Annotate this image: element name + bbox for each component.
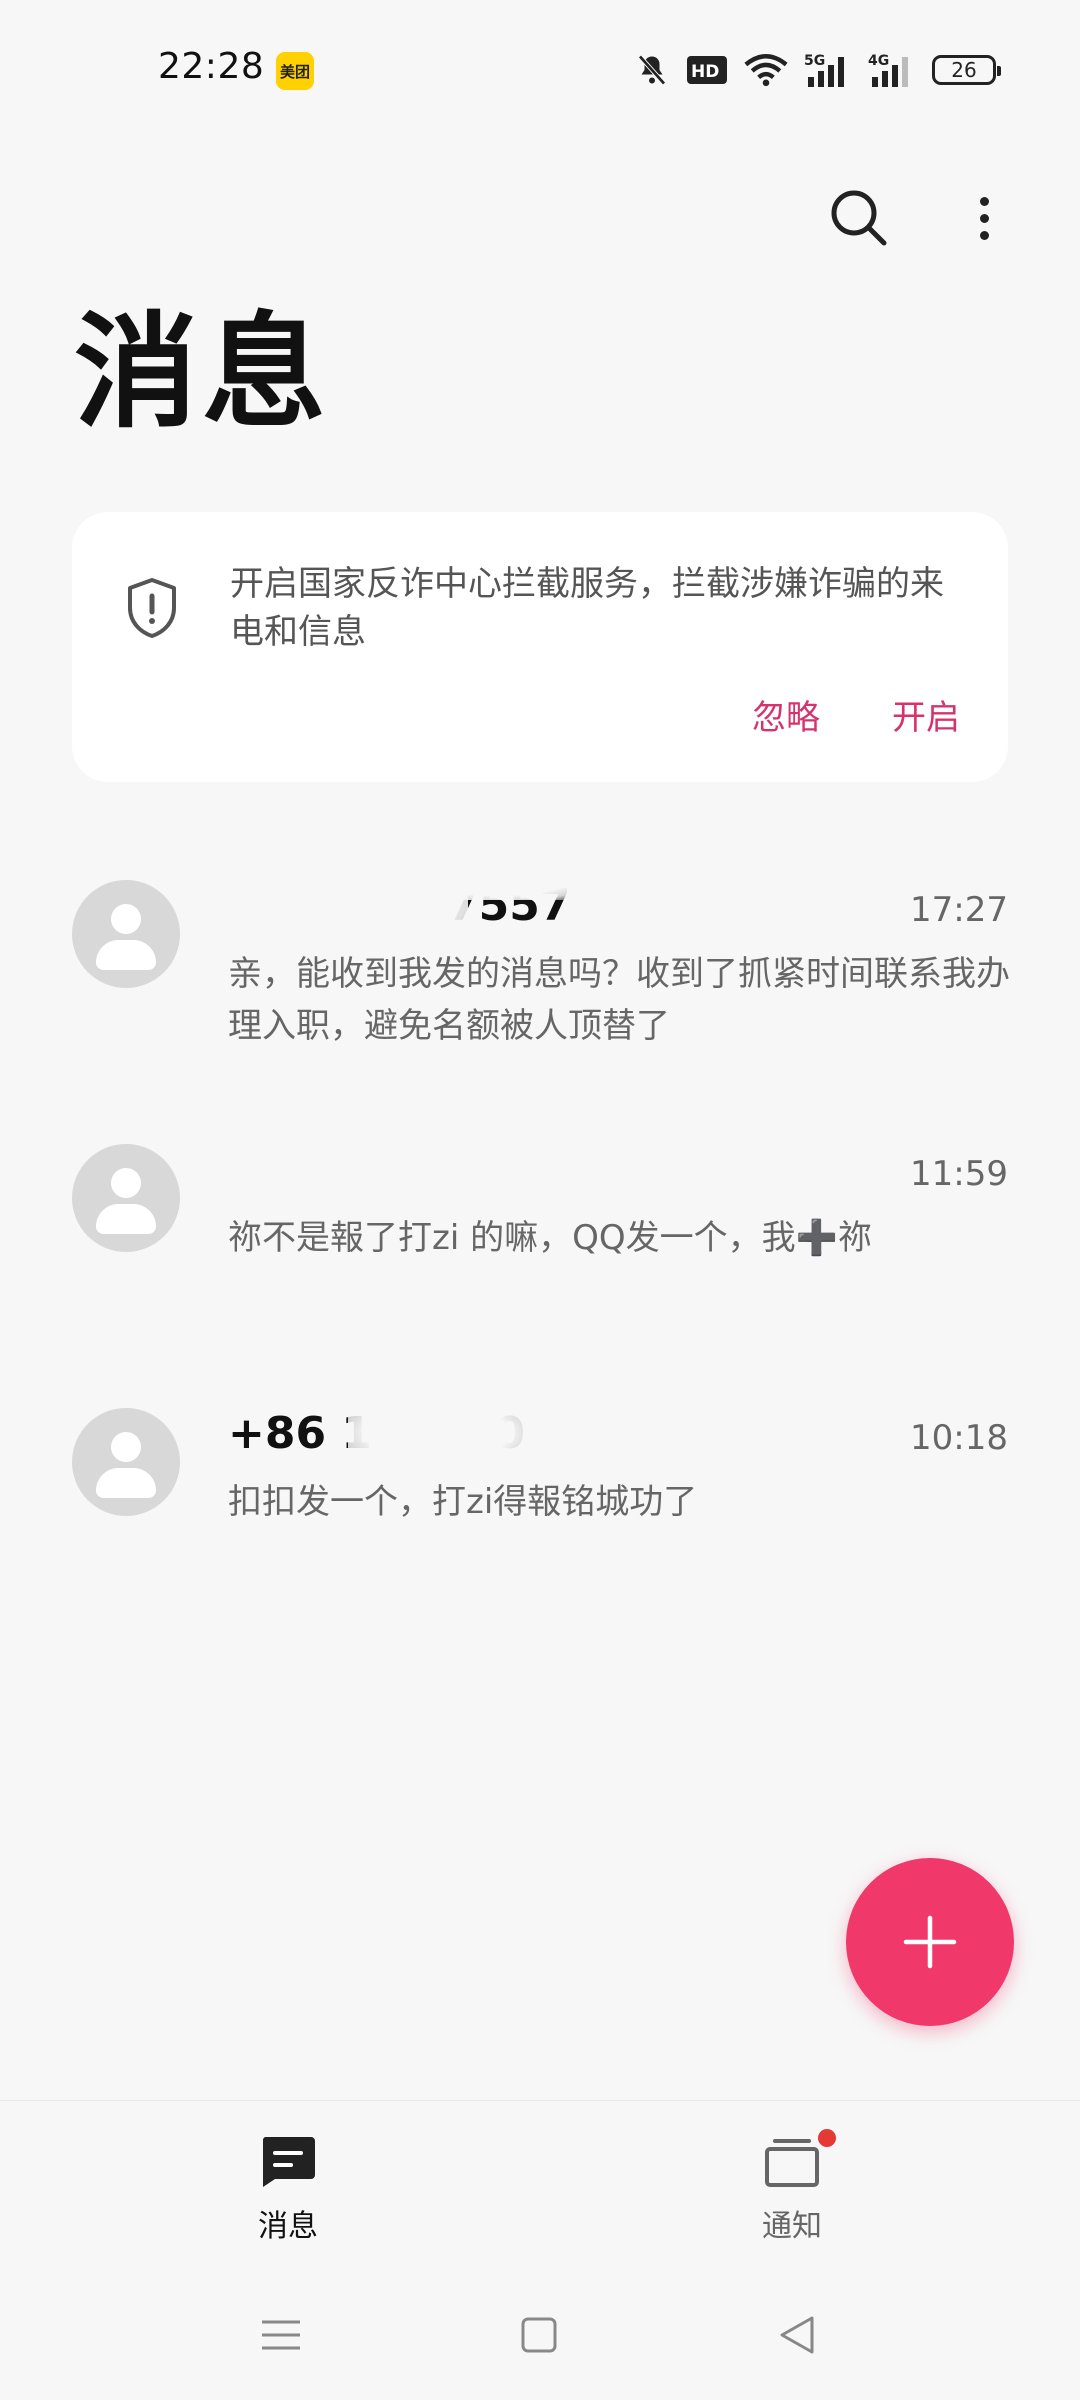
message-item[interactable]: +86 1 10 10:18 扣扣发一个，打zi得報铭城功了 [0,1378,1080,1642]
hd-icon: HD [687,56,727,84]
more-vertical-icon [979,230,989,240]
anti-fraud-text: 开启国家反诈中心拦截服务，拦截涉嫌诈骗的来电和信息 [230,564,944,652]
plus-icon [903,1915,957,1969]
message-item[interactable]: 7557 17:27 亲，能收到我发的消息吗？收到了抓紧时间联系我办理入职，避免… [0,850,1080,1114]
message-sender: +86 1 10 [228,1408,788,1468]
tab-messages-label: 消息 [258,2209,318,2244]
tab-notifications[interactable]: 通知 [692,2129,892,2245]
avatar-icon [72,1144,180,1252]
message-time: 17:27 [910,890,1008,930]
battery-level: 26 [951,58,977,82]
4g-label: 4G [868,53,889,69]
status-icons: HD 5G 4G 26 [634,48,1001,92]
new-message-button[interactable] [846,1858,1014,2026]
bottom-nav: 消息 通知 [0,2100,1080,2270]
page-title: 消息 [74,301,331,445]
ignore-button[interactable]: 忽略 [752,690,820,739]
search-button[interactable] [826,185,892,251]
tab-messages[interactable]: 消息 [188,2135,388,2245]
4g-signal-icon: 4G [868,53,908,87]
message-preview: 扣扣发一个，打zi得報铭城功了 [228,1482,698,1522]
mute-bell-icon [638,55,666,85]
anti-fraud-card: 开启国家反诈中心拦截服务，拦截涉嫌诈骗的来电和信息 忽略 开启 [72,512,1008,782]
anti-fraud-actions: 忽略 开启 [752,690,960,739]
notification-icon [765,2139,819,2187]
search-icon [831,190,887,246]
more-vertical-icon [979,196,989,206]
message-time: 10:18 [910,1418,1008,1458]
redaction-blur [348,1408,528,1468]
message-sender [228,1144,788,1204]
shield-alert-icon [128,578,176,638]
screen: 22:28 美团 HD 5G 4G 26 消息 开启国家反诈中心拦截服务，拦截涉… [0,0,1080,2400]
more-vertical-icon [979,213,989,223]
meituan-app-icon: 美团 [276,52,314,90]
system-nav-bar [0,2290,1080,2380]
status-time: 22:28 [158,46,265,87]
enable-button[interactable]: 开启 [892,690,960,739]
menu-icon[interactable] [256,2310,306,2360]
hd-label: HD [691,62,719,82]
home-icon[interactable] [514,2310,564,2360]
5g-signal-icon: 5G [804,53,844,87]
more-options-button[interactable] [960,185,1008,251]
message-item[interactable]: 11:59 祢不是報了打zi 的嘛，QQ发一个，我➕祢 [0,1114,1080,1378]
wifi-icon [744,54,788,87]
message-time: 11:59 [910,1154,1008,1194]
message-preview: 亲，能收到我发的消息吗？收到了抓紧时间联系我办理入职，避免名额被人顶替了 [228,954,1010,1046]
header-actions [0,175,1080,265]
5g-label: 5G [804,53,825,69]
message-preview: 祢不是報了打zi 的嘛，QQ发一个，我➕祢 [228,1218,872,1258]
back-icon[interactable] [772,2310,822,2360]
redaction-blur [408,880,588,900]
message-list: 7557 17:27 亲，能收到我发的消息吗？收到了抓紧时间联系我办理入职，避免… [0,850,1080,1642]
battery-icon: 26 [932,55,1001,85]
tab-notifications-label: 通知 [762,2209,822,2244]
redaction-blur [418,1408,588,1414]
status-bar: 22:28 美团 HD 5G 4G 26 [0,0,1080,140]
message-sender: 7557 [228,880,788,940]
avatar-icon [72,880,180,988]
message-icon [262,2137,315,2187]
notification-badge [818,2129,836,2147]
avatar-icon [72,1408,180,1516]
